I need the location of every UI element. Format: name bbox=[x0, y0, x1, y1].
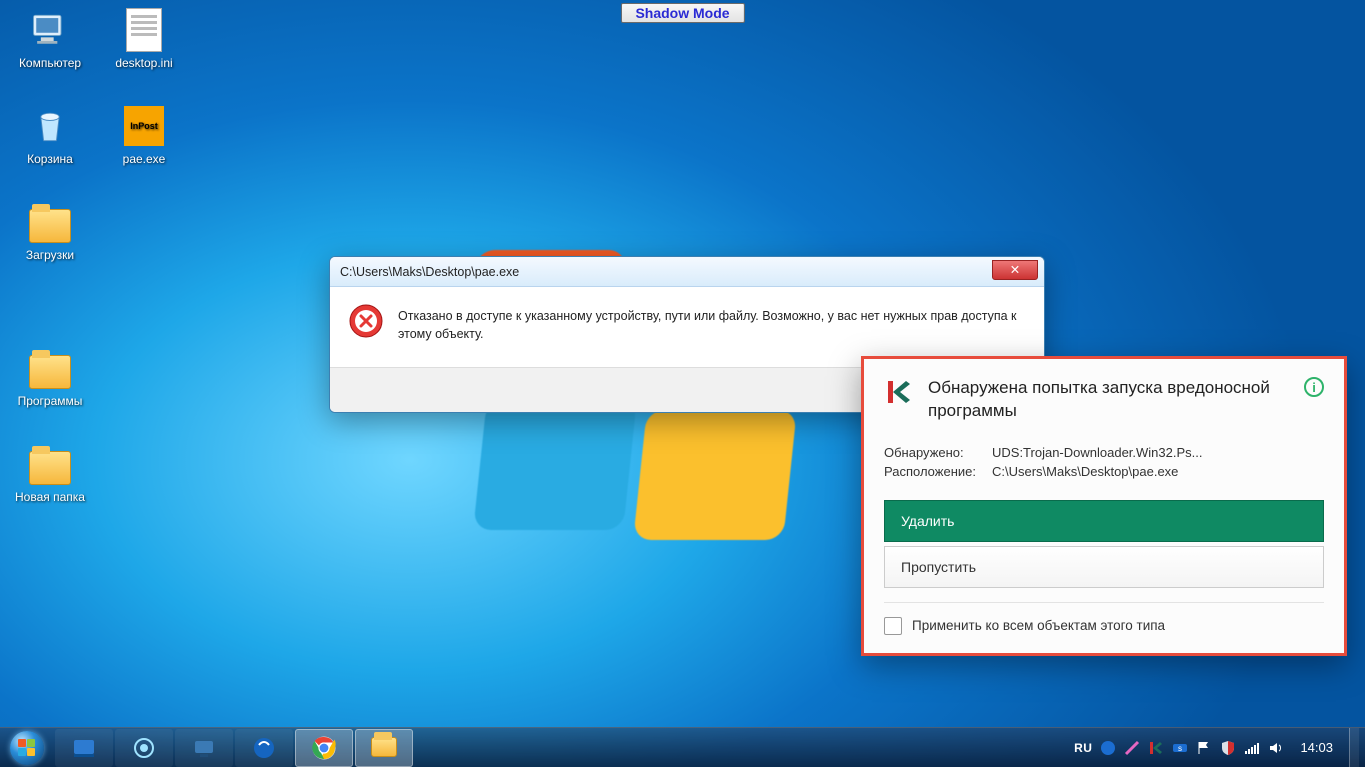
desktop-icon-new-folder[interactable]: Новая папка bbox=[6, 440, 94, 504]
folder-icon bbox=[26, 198, 74, 246]
error-dialog-message: Отказано в доступе к указанному устройст… bbox=[398, 303, 1026, 343]
desktop-icon-pae-exe[interactable]: InPost pae.exe bbox=[100, 102, 188, 166]
taskbar-explorer[interactable] bbox=[355, 729, 413, 767]
kaspersky-alert: Обнаружена попытка запуска вредоносной п… bbox=[861, 356, 1347, 656]
taskbar: RU s 14:03 bbox=[0, 727, 1365, 767]
detected-value: UDS:Trojan-Downloader.Win32.Ps... bbox=[992, 443, 1203, 463]
desktop-icon-label: desktop.ini bbox=[100, 56, 188, 70]
desktop-icon-recycle-bin[interactable]: Корзина bbox=[6, 102, 94, 166]
desktop-icon-computer[interactable]: Компьютер bbox=[6, 6, 94, 70]
checkbox-icon bbox=[884, 617, 902, 635]
delete-button[interactable]: Удалить bbox=[884, 500, 1324, 542]
tray-volume-icon[interactable] bbox=[1268, 740, 1284, 756]
error-dialog-title: C:\Users\Maks\Desktop\pae.exe bbox=[340, 265, 519, 279]
system-tray: RU s 14:03 bbox=[1074, 728, 1365, 767]
taskbar-app-2[interactable] bbox=[115, 729, 173, 767]
svg-text:s: s bbox=[1178, 744, 1182, 753]
shadow-mode-button[interactable]: Shadow Mode bbox=[620, 3, 744, 23]
apply-all-checkbox[interactable]: Применить ко всем объектам этого типа bbox=[864, 603, 1344, 653]
folder-icon bbox=[26, 440, 74, 488]
start-button[interactable] bbox=[0, 728, 54, 767]
desktop-icon-label: pae.exe bbox=[100, 152, 188, 166]
location-value: C:\Users\Maks\Desktop\pae.exe bbox=[992, 462, 1178, 482]
desktop-icon-downloads[interactable]: Загрузки bbox=[6, 198, 94, 262]
tray-icon-1[interactable] bbox=[1100, 740, 1116, 756]
kaspersky-alert-title: Обнаружена попытка запуска вредоносной п… bbox=[928, 377, 1290, 423]
computer-icon bbox=[26, 6, 74, 54]
taskbar-app-1[interactable] bbox=[55, 729, 113, 767]
skip-button[interactable]: Пропустить bbox=[884, 546, 1324, 588]
tray-network-icon[interactable] bbox=[1244, 740, 1260, 756]
desktop-icon-label: Компьютер bbox=[6, 56, 94, 70]
close-icon: ✕ bbox=[1010, 262, 1020, 277]
show-desktop-button[interactable] bbox=[1349, 728, 1359, 767]
desktop-icon-label: Корзина bbox=[6, 152, 94, 166]
location-label: Расположение: bbox=[884, 462, 986, 482]
language-indicator[interactable]: RU bbox=[1074, 741, 1092, 755]
error-dialog-titlebar[interactable]: C:\Users\Maks\Desktop\pae.exe ✕ bbox=[330, 257, 1044, 287]
desktop-icon-label: Новая папка bbox=[6, 490, 94, 504]
apply-all-label: Применить ко всем объектам этого типа bbox=[912, 618, 1165, 633]
start-orb-icon bbox=[10, 731, 44, 765]
desktop-icon-programs[interactable]: Программы bbox=[6, 344, 94, 408]
desktop-icon-label: Программы bbox=[6, 394, 94, 408]
tray-icon-2[interactable] bbox=[1124, 740, 1140, 756]
folder-icon bbox=[26, 344, 74, 392]
tray-kaspersky-icon[interactable] bbox=[1148, 740, 1164, 756]
taskbar-app-4[interactable] bbox=[235, 729, 293, 767]
file-icon bbox=[120, 6, 168, 54]
close-button[interactable]: ✕ bbox=[992, 260, 1038, 280]
desktop-icon-label: Загрузки bbox=[6, 248, 94, 262]
desktop-icon-desktop-ini[interactable]: desktop.ini bbox=[100, 6, 188, 70]
taskbar-clock[interactable]: 14:03 bbox=[1292, 740, 1341, 755]
info-icon[interactable]: i bbox=[1304, 377, 1324, 397]
exe-icon: InPost bbox=[120, 102, 168, 150]
tray-flag-icon[interactable] bbox=[1196, 740, 1212, 756]
detected-label: Обнаружено: bbox=[884, 443, 986, 463]
tray-icon-4[interactable]: s bbox=[1172, 740, 1188, 756]
taskbar-app-3[interactable] bbox=[175, 729, 233, 767]
taskbar-chrome[interactable] bbox=[295, 729, 353, 767]
recycle-bin-icon bbox=[26, 102, 74, 150]
error-icon bbox=[348, 303, 384, 339]
tray-shield-icon[interactable] bbox=[1220, 740, 1236, 756]
kaspersky-logo-icon bbox=[884, 377, 914, 407]
kaspersky-details: Обнаружено: UDS:Trojan-Downloader.Win32.… bbox=[864, 437, 1344, 496]
